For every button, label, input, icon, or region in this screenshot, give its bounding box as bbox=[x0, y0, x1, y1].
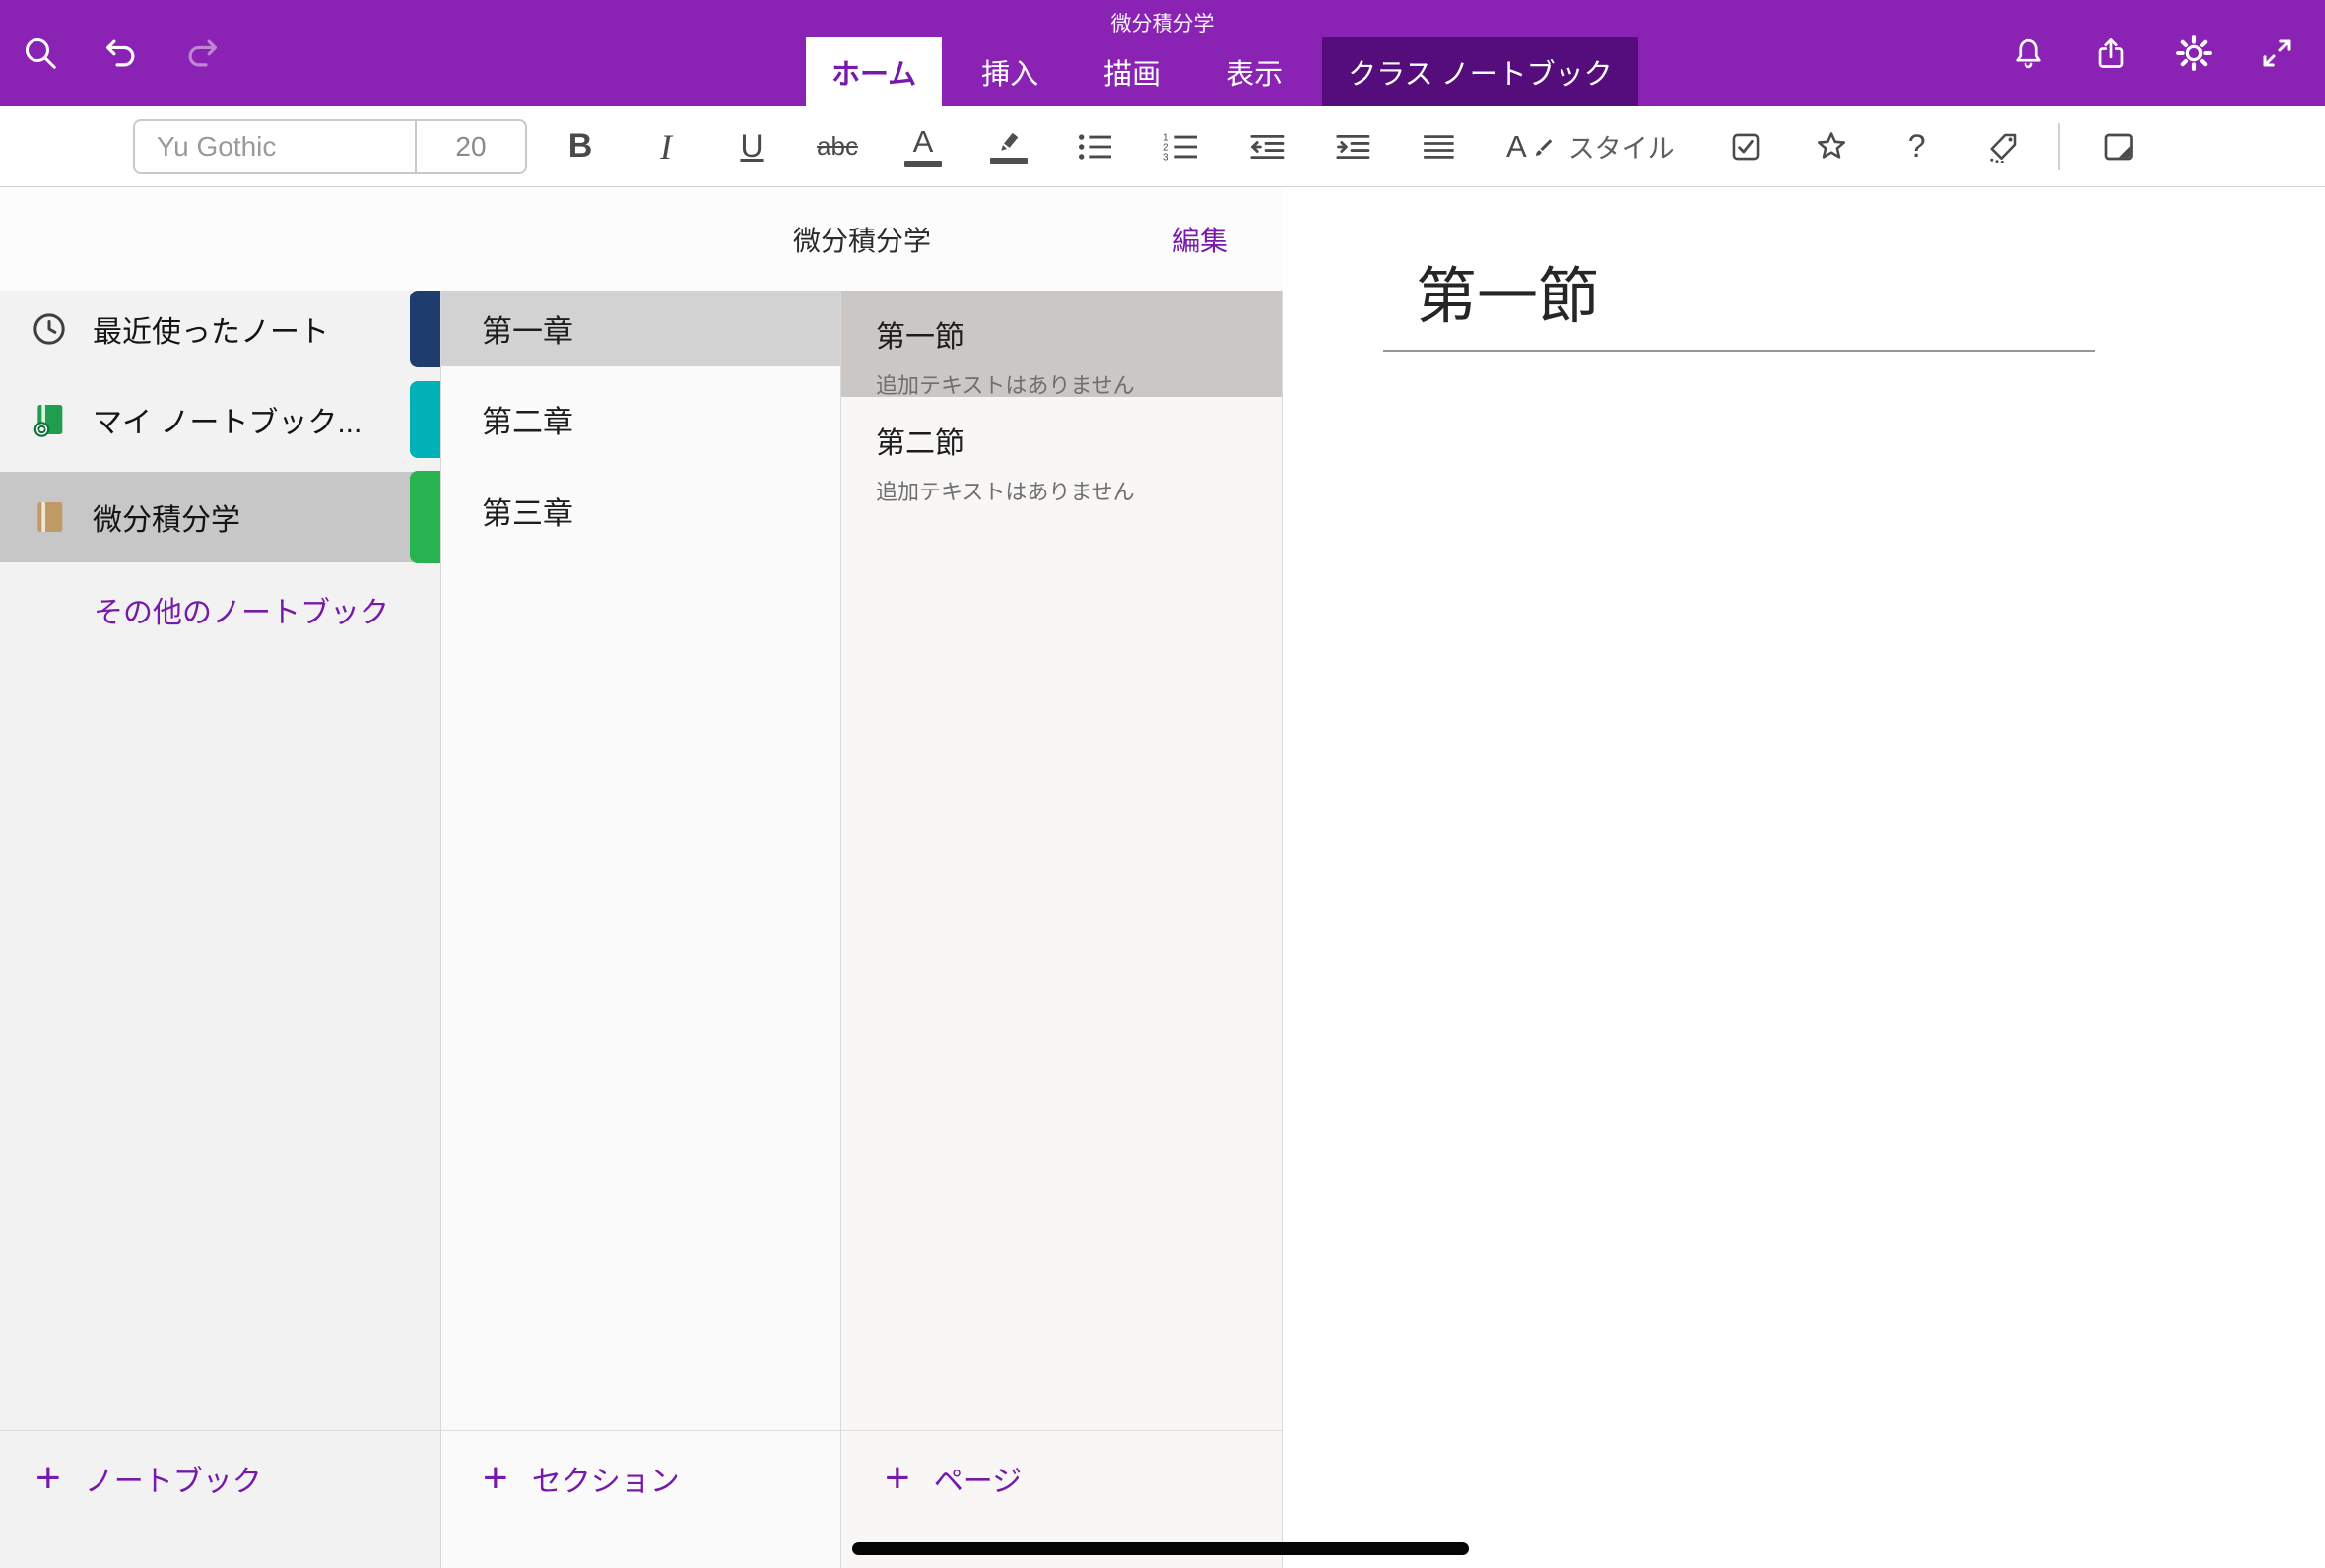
align-icon[interactable] bbox=[1410, 117, 1465, 176]
home-indicator-bar[interactable] bbox=[852, 1542, 1469, 1555]
indent-icon[interactable] bbox=[1324, 117, 1379, 176]
redo-icon[interactable] bbox=[183, 34, 221, 72]
italic-button[interactable]: I bbox=[638, 117, 694, 176]
help-icon[interactable]: ? bbox=[1890, 117, 1945, 176]
font-name-field[interactable]: Yu Gothic bbox=[135, 131, 415, 163]
notebooks-sidebar: 最近使ったノート マイ ノートブック... 微分積分学 その他のノートブック +… bbox=[0, 187, 441, 1568]
styles-brush-icon: A bbox=[1506, 131, 1555, 162]
bullet-list-icon[interactable] bbox=[1067, 117, 1122, 176]
bold-button[interactable]: B bbox=[553, 117, 608, 176]
highlighter-icon[interactable] bbox=[981, 117, 1036, 176]
app-header: 微分積分学 ホーム 挿入 描画 表示 クラス ノートブック bbox=[0, 0, 2325, 106]
column-header-strip: 微分積分学 編集 bbox=[0, 187, 1283, 291]
page-title-text[interactable]: 第一節 bbox=[1416, 246, 1599, 335]
underline-button[interactable]: U bbox=[724, 117, 779, 176]
tab-insert[interactable]: 挿入 bbox=[956, 37, 1064, 106]
document-title: 微分積分学 bbox=[0, 8, 2325, 37]
search-icon[interactable] bbox=[22, 34, 59, 72]
section-item-chapter2[interactable]: 第二章 bbox=[441, 381, 840, 457]
page-title-divider bbox=[1383, 350, 2095, 352]
strikethrough-button[interactable]: abc bbox=[810, 117, 865, 176]
sections-column: 第一章 第二章 第三章 + セクション bbox=[441, 187, 841, 1568]
tab-view[interactable]: 表示 bbox=[1200, 37, 1308, 106]
font-color-icon[interactable]: A bbox=[896, 117, 951, 176]
sidebar-item-calculus-notebook[interactable]: 微分積分学 bbox=[0, 472, 440, 562]
tab-draw[interactable]: 描画 bbox=[1078, 37, 1186, 106]
page-editor[interactable]: 第一節 bbox=[1283, 187, 2325, 1568]
page-view-icon[interactable] bbox=[2091, 117, 2146, 176]
add-notebook-button[interactable]: + ノートブック bbox=[35, 1457, 262, 1500]
plus-icon: + bbox=[35, 1457, 61, 1500]
font-control: Yu Gothic 20 bbox=[133, 119, 527, 174]
clock-icon bbox=[28, 307, 71, 351]
expand-icon[interactable] bbox=[2258, 34, 2295, 72]
edit-button[interactable]: 編集 bbox=[1172, 187, 1228, 291]
formatting-toolbar: Yu Gothic 20 B I U abc A 123 A スタイル ? bbox=[0, 106, 2325, 187]
checkbox-icon[interactable] bbox=[1718, 117, 1773, 176]
svg-text:3: 3 bbox=[1163, 152, 1169, 163]
toolbar-separator bbox=[2058, 123, 2060, 170]
notebook-icon bbox=[28, 495, 71, 539]
header-right-icons bbox=[2010, 0, 2295, 106]
sidebar-item-recent-notes[interactable]: 最近使ったノート bbox=[0, 291, 440, 367]
outdent-icon[interactable] bbox=[1238, 117, 1294, 176]
styles-button[interactable]: A スタイル bbox=[1506, 127, 1675, 165]
add-section-button[interactable]: + セクション bbox=[483, 1457, 680, 1500]
add-page-button[interactable]: + ページ bbox=[885, 1457, 1022, 1500]
sidebar-item-my-notebook[interactable]: マイ ノートブック... bbox=[0, 381, 440, 458]
more-notebooks-link[interactable]: その他のノートブック bbox=[94, 580, 389, 639]
plus-icon: + bbox=[483, 1457, 508, 1500]
sidebar-bottom-bar: + ノートブック bbox=[0, 1430, 440, 1568]
section-item-chapter3[interactable]: 第三章 bbox=[441, 473, 840, 549]
pages-column: 第一節 追加テキストはありません 第二節 追加テキストはありません + ページ bbox=[841, 187, 1283, 1568]
notebook-sync-icon bbox=[28, 398, 71, 441]
notebook-color-tab-green[interactable] bbox=[410, 471, 440, 563]
plus-icon: + bbox=[885, 1457, 910, 1500]
tab-home[interactable]: ホーム bbox=[806, 37, 942, 106]
notebook-color-tab-teal[interactable] bbox=[410, 381, 440, 458]
tab-class-notebook[interactable]: クラス ノートブック bbox=[1322, 37, 1637, 106]
page-item-section1[interactable]: 第一節 追加テキストはありません bbox=[841, 291, 1282, 397]
font-size-field[interactable]: 20 bbox=[417, 131, 525, 163]
numbered-list-icon[interactable]: 123 bbox=[1153, 117, 1208, 176]
header-left-icons bbox=[22, 0, 221, 106]
share-icon[interactable] bbox=[2092, 34, 2130, 72]
sections-bottom-bar: + セクション bbox=[441, 1430, 840, 1568]
section-item-chapter1[interactable]: 第一章 bbox=[441, 291, 840, 366]
star-icon[interactable] bbox=[1804, 117, 1859, 176]
notebook-header-title: 微分積分学 bbox=[441, 187, 1283, 291]
page-item-section2[interactable]: 第二節 追加テキストはありません bbox=[841, 397, 1282, 503]
tag-icon[interactable] bbox=[1975, 117, 2030, 176]
ribbon-tabs: ホーム 挿入 描画 表示 クラス ノートブック bbox=[806, 37, 1638, 106]
settings-gear-icon[interactable] bbox=[2175, 34, 2213, 72]
undo-icon[interactable] bbox=[102, 34, 140, 72]
notebook-color-tab-blue[interactable] bbox=[410, 291, 440, 367]
bell-icon[interactable] bbox=[2010, 34, 2047, 72]
